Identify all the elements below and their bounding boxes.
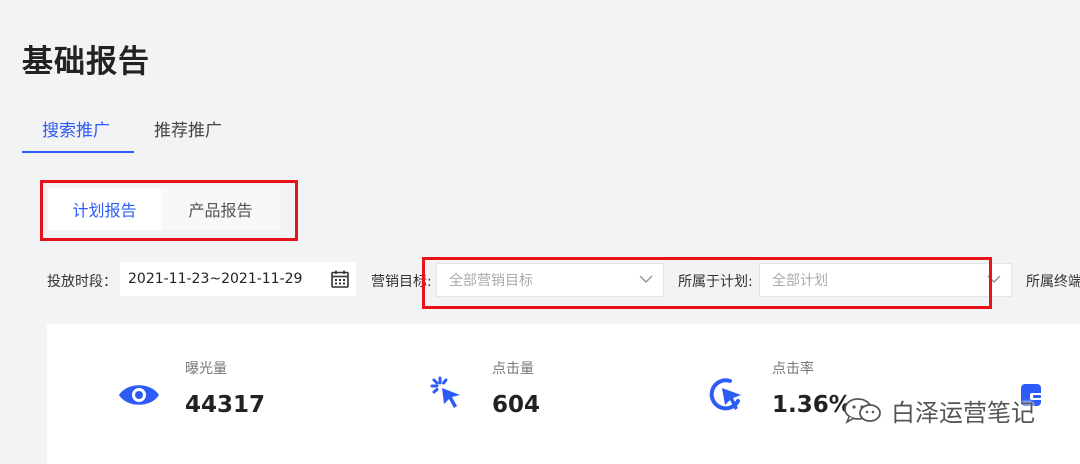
tab-search-promotion[interactable]: 搜索推广	[42, 116, 110, 141]
plan-label: 所属于计划:	[678, 274, 753, 290]
stat-value-click-rate: 1.36%	[772, 392, 852, 418]
terminal-label: 所属终端	[1026, 274, 1080, 290]
date-range-label: 投放时段：	[47, 274, 117, 290]
stat-value-clicks: 604	[492, 392, 541, 418]
watermark-text: 白泽运营笔记	[891, 399, 1035, 427]
stat-label-click-rate: 点击率	[772, 361, 814, 377]
stat-value-impressions: 44317	[185, 392, 266, 418]
watermark: 白泽运营笔记	[843, 393, 1035, 428]
chevron-down-icon	[639, 275, 653, 284]
date-range-picker[interactable]: 2021-11-23~2021-11-29	[120, 262, 356, 296]
marketing-goal-label: 营销目标:	[371, 274, 432, 290]
stat-label-clicks: 点击量	[492, 361, 534, 377]
active-tab-underline	[22, 151, 134, 153]
stat-label-impressions: 曝光量	[185, 361, 227, 377]
subtab-plan-report[interactable]: 计划报告	[48, 188, 161, 230]
page-title: 基础报告	[22, 44, 150, 80]
chevron-down-icon	[987, 275, 1001, 284]
subtab-product-report[interactable]: 产品报告	[161, 188, 280, 230]
marketing-goal-placeholder: 全部营销目标	[449, 273, 533, 289]
click-rate-icon	[709, 378, 741, 411]
report-type-switch: 计划报告 产品报告	[48, 188, 280, 230]
eye-icon	[119, 385, 159, 405]
plan-placeholder: 全部计划	[772, 273, 828, 289]
date-range-value: 2021-11-23~2021-11-29	[128, 271, 303, 287]
click-icon	[430, 376, 460, 408]
calendar-icon[interactable]	[330, 269, 350, 289]
plan-select[interactable]: 全部计划	[759, 263, 1012, 297]
marketing-goal-select[interactable]: 全部营销目标	[436, 263, 664, 297]
wechat-icon	[844, 397, 881, 424]
tab-recommend-promotion[interactable]: 推荐推广	[154, 116, 222, 141]
